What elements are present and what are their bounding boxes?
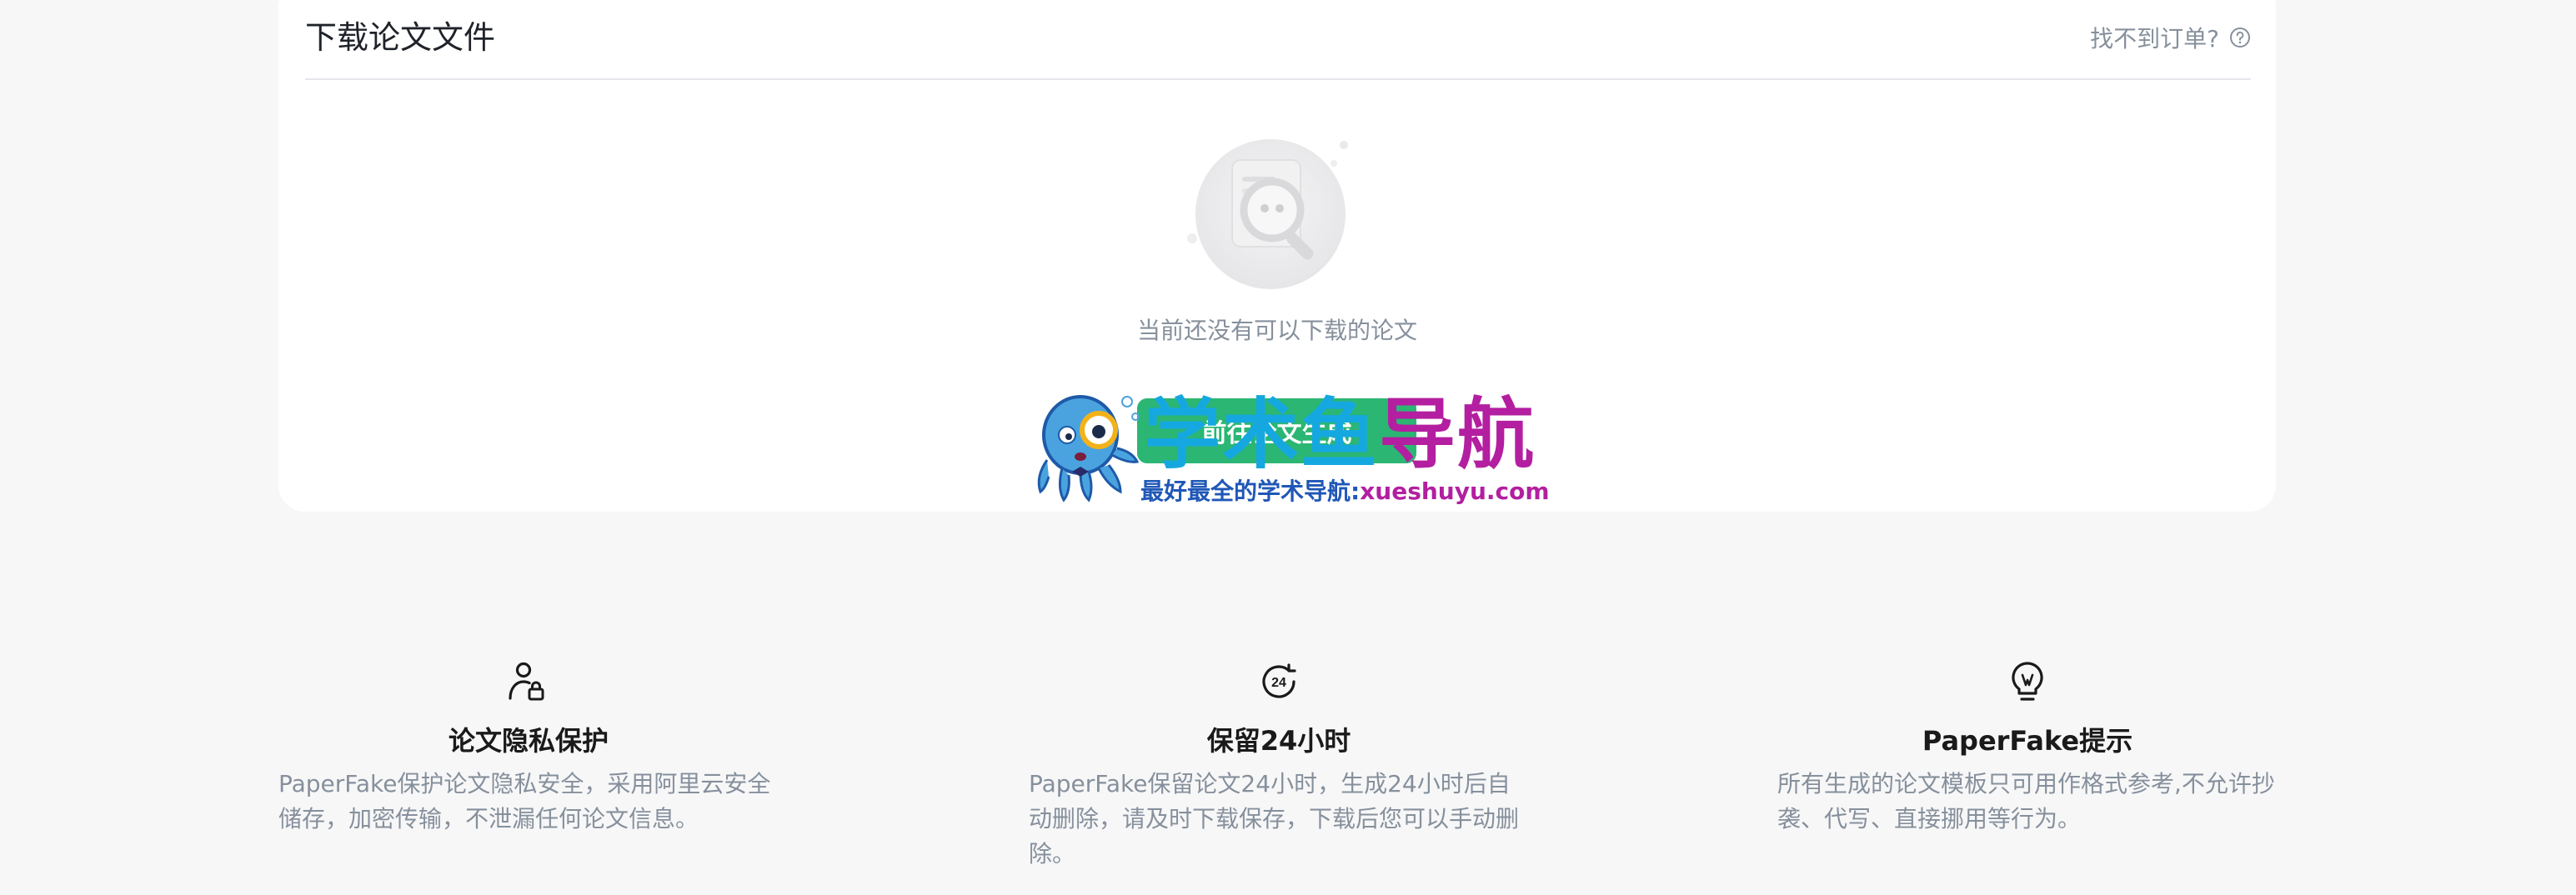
card-header: 下载论文文件 找不到订单? [305, 0, 2251, 80]
empty-search-illustration [1187, 135, 1354, 302]
feature-title: PaperFake提示 [1922, 725, 2133, 757]
feature-description: 所有生成的论文模板只可用作格式参考,不允许抄袭、代写、直接挪用等行为。 [1777, 770, 2275, 832]
clock-24-icon: 24 [1255, 658, 1302, 705]
download-card: 下载论文文件 找不到订单? 当前还没有可以下载的论文 前往论文生成 [278, 0, 2276, 512]
user-lock-icon [504, 658, 550, 705]
question-circle-icon [2229, 27, 2251, 48]
empty-state-message: 当前还没有可以下载的论文 [1136, 317, 1417, 344]
feature-title: 保留24小时 [1206, 725, 1351, 757]
lightbulb-icon [2004, 658, 2051, 705]
help-link-label: 找不到订单? [2090, 25, 2219, 52]
svg-text:24: 24 [1271, 676, 1286, 690]
feature-title: 论文隐私保护 [448, 725, 609, 757]
feature-description: PaperFake保护论文隐私安全，采用阿里云安全储存，加密传输，不泄漏任何论文… [278, 770, 771, 832]
go-generate-button[interactable]: 前往论文生成 [1137, 398, 1416, 463]
feature-description: PaperFake保留论文24小时，生成24小时后自动删除，请及时下载保存，下载… [1029, 770, 1520, 868]
page-title: 下载论文文件 [305, 19, 496, 56]
order-not-found-link[interactable]: 找不到订单? [2090, 8, 2251, 67]
